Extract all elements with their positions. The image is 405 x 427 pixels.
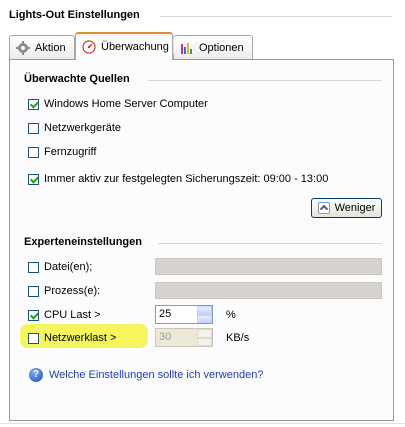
monitored-sources-title: Überwachte Quellen [24, 73, 130, 85]
stepper-arrows [197, 329, 212, 346]
checkbox-network-devices[interactable] [28, 123, 39, 134]
checkbox-home-server[interactable] [28, 99, 39, 110]
less-button-label: Weniger [334, 202, 376, 214]
help-link[interactable]: Welche Einstellungen sollte ich verwende… [49, 369, 263, 381]
stepper-down-icon [197, 337, 212, 346]
checkbox-process[interactable] [28, 286, 39, 297]
network-load-value: 30 [159, 331, 172, 343]
section-divider [158, 243, 382, 244]
checkbox-remote-access-label: Fernzugriff [44, 146, 97, 158]
help-icon[interactable]: ? [29, 368, 43, 382]
checkbox-files-label: Datei(en); [44, 261, 93, 273]
files-input [155, 258, 382, 275]
less-button[interactable]: Weniger [311, 198, 382, 218]
checkbox-cpu-load[interactable] [28, 310, 39, 321]
section-divider [148, 80, 382, 81]
checkbox-backup-time[interactable] [28, 174, 39, 185]
checkbox-home-server-label: Windows Home Server Computer [44, 98, 208, 110]
cpu-load-stepper[interactable]: 25 [155, 305, 213, 324]
stepper-down-icon[interactable] [197, 314, 212, 323]
cpu-load-value: 25 [159, 308, 172, 320]
expert-settings-title: Experteneinstellungen [24, 236, 142, 248]
checkbox-remote-access[interactable] [28, 147, 39, 158]
cpu-load-unit: % [226, 309, 236, 321]
chevron-up-icon [317, 202, 330, 214]
process-input [155, 282, 382, 299]
checkbox-network-load-label: Netzwerklast > [44, 332, 117, 344]
stepper-up-icon[interactable] [197, 306, 212, 315]
network-load-stepper: 30 [155, 328, 213, 347]
checkbox-files[interactable] [28, 262, 39, 273]
stepper-arrows[interactable] [197, 306, 212, 323]
checkbox-cpu-load-label: CPU Last > [44, 309, 101, 321]
checkbox-backup-time-label: Immer aktiv zur festgelegten Sicherungsz… [44, 173, 329, 185]
checkbox-network-devices-label: Netzwerkgeräte [44, 122, 122, 134]
network-load-unit: KB/s [226, 332, 250, 344]
checkbox-process-label: Prozess(e): [44, 285, 101, 297]
checkbox-network-load[interactable] [28, 333, 39, 344]
stepper-up-icon [197, 329, 212, 338]
